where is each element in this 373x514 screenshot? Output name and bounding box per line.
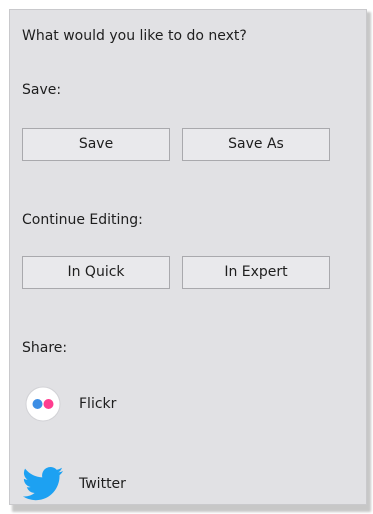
flickr-label: Flickr: [79, 396, 117, 412]
next-actions-panel: What would you like to do next? Save: Sa…: [9, 9, 367, 505]
save-button[interactable]: Save: [22, 128, 170, 161]
twitter-label: Twitter: [79, 476, 126, 492]
in-expert-button[interactable]: In Expert: [182, 256, 330, 289]
continue-editing-heading: Continue Editing:: [22, 212, 143, 228]
save-as-button[interactable]: Save As: [182, 128, 330, 161]
share-heading: Share:: [22, 340, 68, 356]
save-heading: Save:: [22, 82, 62, 98]
in-quick-button[interactable]: In Quick: [22, 256, 170, 289]
twitter-icon: [22, 463, 64, 505]
question-text: What would you like to do next?: [22, 28, 247, 44]
share-item-twitter[interactable]: Twitter: [22, 463, 222, 505]
share-item-flickr[interactable]: Flickr: [22, 383, 222, 425]
flickr-icon: [22, 383, 64, 425]
